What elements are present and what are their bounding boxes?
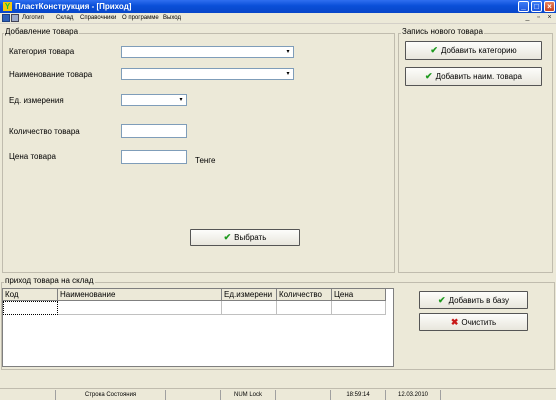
checkmark-icon: ✔ xyxy=(223,232,232,242)
add-category-button-label: Добавить категорию xyxy=(440,46,517,55)
price-input[interactable] xyxy=(121,150,187,164)
add-category-button[interactable]: ✔ Добавить категорию xyxy=(405,41,542,60)
status-bar: Строка Состояния NUM Lock 18:59:14 12.03… xyxy=(0,388,556,400)
chevron-down-icon[interactable]: ▾ xyxy=(177,96,185,104)
checkmark-icon: ✔ xyxy=(438,294,446,305)
title-bar: Y ПластКонструкция - [Приход] _ □ × xyxy=(0,0,556,13)
menu-references[interactable]: Справочники xyxy=(80,14,116,23)
unit-label: Ед. измерения xyxy=(9,96,64,105)
maximize-icon[interactable]: □ xyxy=(531,1,542,12)
mdi-close-icon[interactable]: × xyxy=(545,14,554,23)
table-cell-price[interactable] xyxy=(332,301,386,315)
document-icon[interactable] xyxy=(11,14,19,22)
product-name-combobox[interactable]: ▾ xyxy=(121,68,294,80)
checkmark-icon: ✔ xyxy=(425,71,433,81)
mdi-restore-icon[interactable]: ▫ xyxy=(534,14,543,23)
table-cell-name[interactable] xyxy=(58,301,222,315)
price-label: Цена товара xyxy=(9,152,56,161)
menu-warehouse[interactable]: Склад xyxy=(56,14,73,23)
window-title: ПластКонструкция - [Приход] xyxy=(15,2,132,11)
quantity-input[interactable] xyxy=(121,124,187,138)
select-button[interactable]: ✔ Выбрать xyxy=(190,229,300,246)
category-combobox[interactable]: ▾ xyxy=(121,46,294,58)
new-product-group-title: Запись нового товара xyxy=(401,27,484,36)
checkmark-icon: ✔ xyxy=(430,45,438,55)
clear-button-label: Очистить xyxy=(461,317,497,327)
currency-label: Тенге xyxy=(195,156,216,165)
status-panel-empty-3 xyxy=(440,390,556,400)
add-product-name-button-label: Добавить наим. товара xyxy=(435,72,522,81)
mdi-minimize-icon[interactable]: _ xyxy=(523,14,532,23)
menu-exit[interactable]: Выход xyxy=(163,14,181,23)
column-header-quantity[interactable]: Количество xyxy=(277,289,332,301)
add-product-name-button[interactable]: ✔ Добавить наим. товара xyxy=(405,67,542,86)
column-header-price[interactable]: Цена xyxy=(332,289,386,301)
product-name-label: Наименование товара xyxy=(9,70,93,79)
unit-combobox[interactable]: ▾ xyxy=(121,94,187,106)
quantity-label: Количество товара xyxy=(9,127,80,136)
table-cell-quantity[interactable] xyxy=(277,301,332,315)
menu-bar: Логотип Склад Справочники О программе Вы… xyxy=(0,13,556,24)
clear-button[interactable]: ✖ Очистить xyxy=(419,313,528,331)
status-panel-empty-2 xyxy=(275,390,330,400)
minimize-icon[interactable]: _ xyxy=(518,1,529,12)
column-header-name[interactable]: Наименование xyxy=(58,289,222,301)
menu-about[interactable]: О программе xyxy=(122,14,159,23)
app-icon: Y xyxy=(3,2,12,11)
column-header-code[interactable]: Код xyxy=(3,289,58,301)
arrival-group-title: приход товара на склад xyxy=(4,276,95,285)
add-to-database-button[interactable]: ✔ Добавить в базу xyxy=(419,291,528,309)
column-header-unit[interactable]: Ед.измерени xyxy=(222,289,277,301)
numlock-indicator: NUM Lock xyxy=(220,390,275,400)
table-cell-unit[interactable] xyxy=(222,301,277,315)
add-product-group-title: Добавление товара xyxy=(4,27,80,36)
status-time: 18:59:14 xyxy=(330,390,385,400)
select-button-label: Выбрать xyxy=(234,233,267,242)
system-menu-icon[interactable] xyxy=(2,14,10,22)
category-label: Категория товара xyxy=(9,47,75,56)
arrival-table[interactable]: Код Наименование Ед.измерени Количество … xyxy=(2,288,394,367)
status-panel-empty xyxy=(165,390,220,400)
status-date: 12.03.2010 xyxy=(385,390,440,400)
status-text: Строка Состояния xyxy=(55,390,165,400)
add-to-database-button-label: Добавить в базу xyxy=(448,295,509,305)
chevron-down-icon[interactable]: ▾ xyxy=(284,70,292,78)
cross-icon: ✖ xyxy=(450,316,459,327)
menu-logo[interactable]: Логотип xyxy=(22,14,44,23)
table-cell-code[interactable] xyxy=(3,301,58,315)
chevron-down-icon[interactable]: ▾ xyxy=(284,48,292,56)
close-icon[interactable]: × xyxy=(544,1,555,12)
